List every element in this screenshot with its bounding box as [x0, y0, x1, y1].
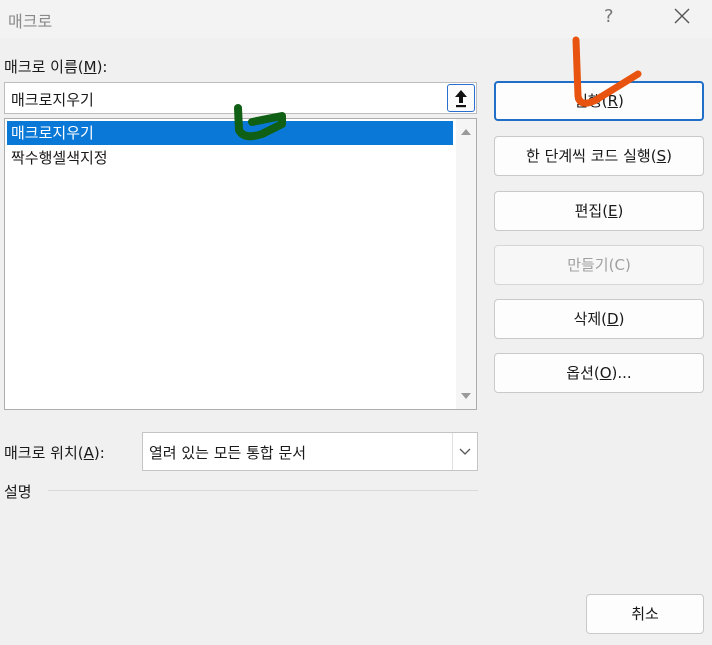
- close-icon[interactable]: [672, 6, 692, 26]
- macro-location-label: 매크로 위치(A):: [4, 444, 105, 462]
- scrollbar[interactable]: [456, 119, 476, 409]
- dropdown-arrow[interactable]: [452, 433, 477, 470]
- macro-location-value: 열려 있는 모든 통합 문서: [149, 444, 307, 462]
- delete-button[interactable]: 삭제(D): [494, 299, 704, 339]
- title-bar: 매크로 ?: [0, 0, 712, 38]
- edit-button[interactable]: 편집(E): [494, 191, 704, 231]
- arrow-up-icon: [455, 90, 467, 108]
- description-divider: [48, 490, 478, 491]
- scroll-up-icon[interactable]: [456, 125, 476, 139]
- create-button[interactable]: 만들기(C): [494, 245, 704, 285]
- list-item[interactable]: 매크로지우기: [7, 121, 453, 145]
- collapse-button[interactable]: [447, 84, 475, 112]
- list-item[interactable]: 짝수행셀색지정: [7, 146, 453, 170]
- macro-location-select[interactable]: 열려 있는 모든 통합 문서: [142, 432, 478, 471]
- run-button[interactable]: 실행(R): [494, 81, 704, 121]
- window-title: 매크로: [8, 12, 53, 31]
- step-into-button[interactable]: 한 단계씩 코드 실행(S): [494, 136, 704, 176]
- chevron-down-icon: [459, 448, 471, 455]
- macro-list[interactable]: 매크로지우기 짝수행셀색지정: [4, 118, 477, 410]
- macro-name-input[interactable]: 매크로지우기: [4, 82, 477, 114]
- description-label: 설명: [4, 483, 32, 501]
- scroll-down-icon[interactable]: [456, 389, 476, 403]
- options-button[interactable]: 옵션(O)...: [494, 353, 704, 393]
- help-button[interactable]: ?: [604, 6, 614, 27]
- cancel-button[interactable]: 취소: [586, 594, 704, 634]
- macro-name-label: 매크로 이름(M):: [4, 58, 108, 76]
- macro-name-value: 매크로지우기: [11, 91, 94, 109]
